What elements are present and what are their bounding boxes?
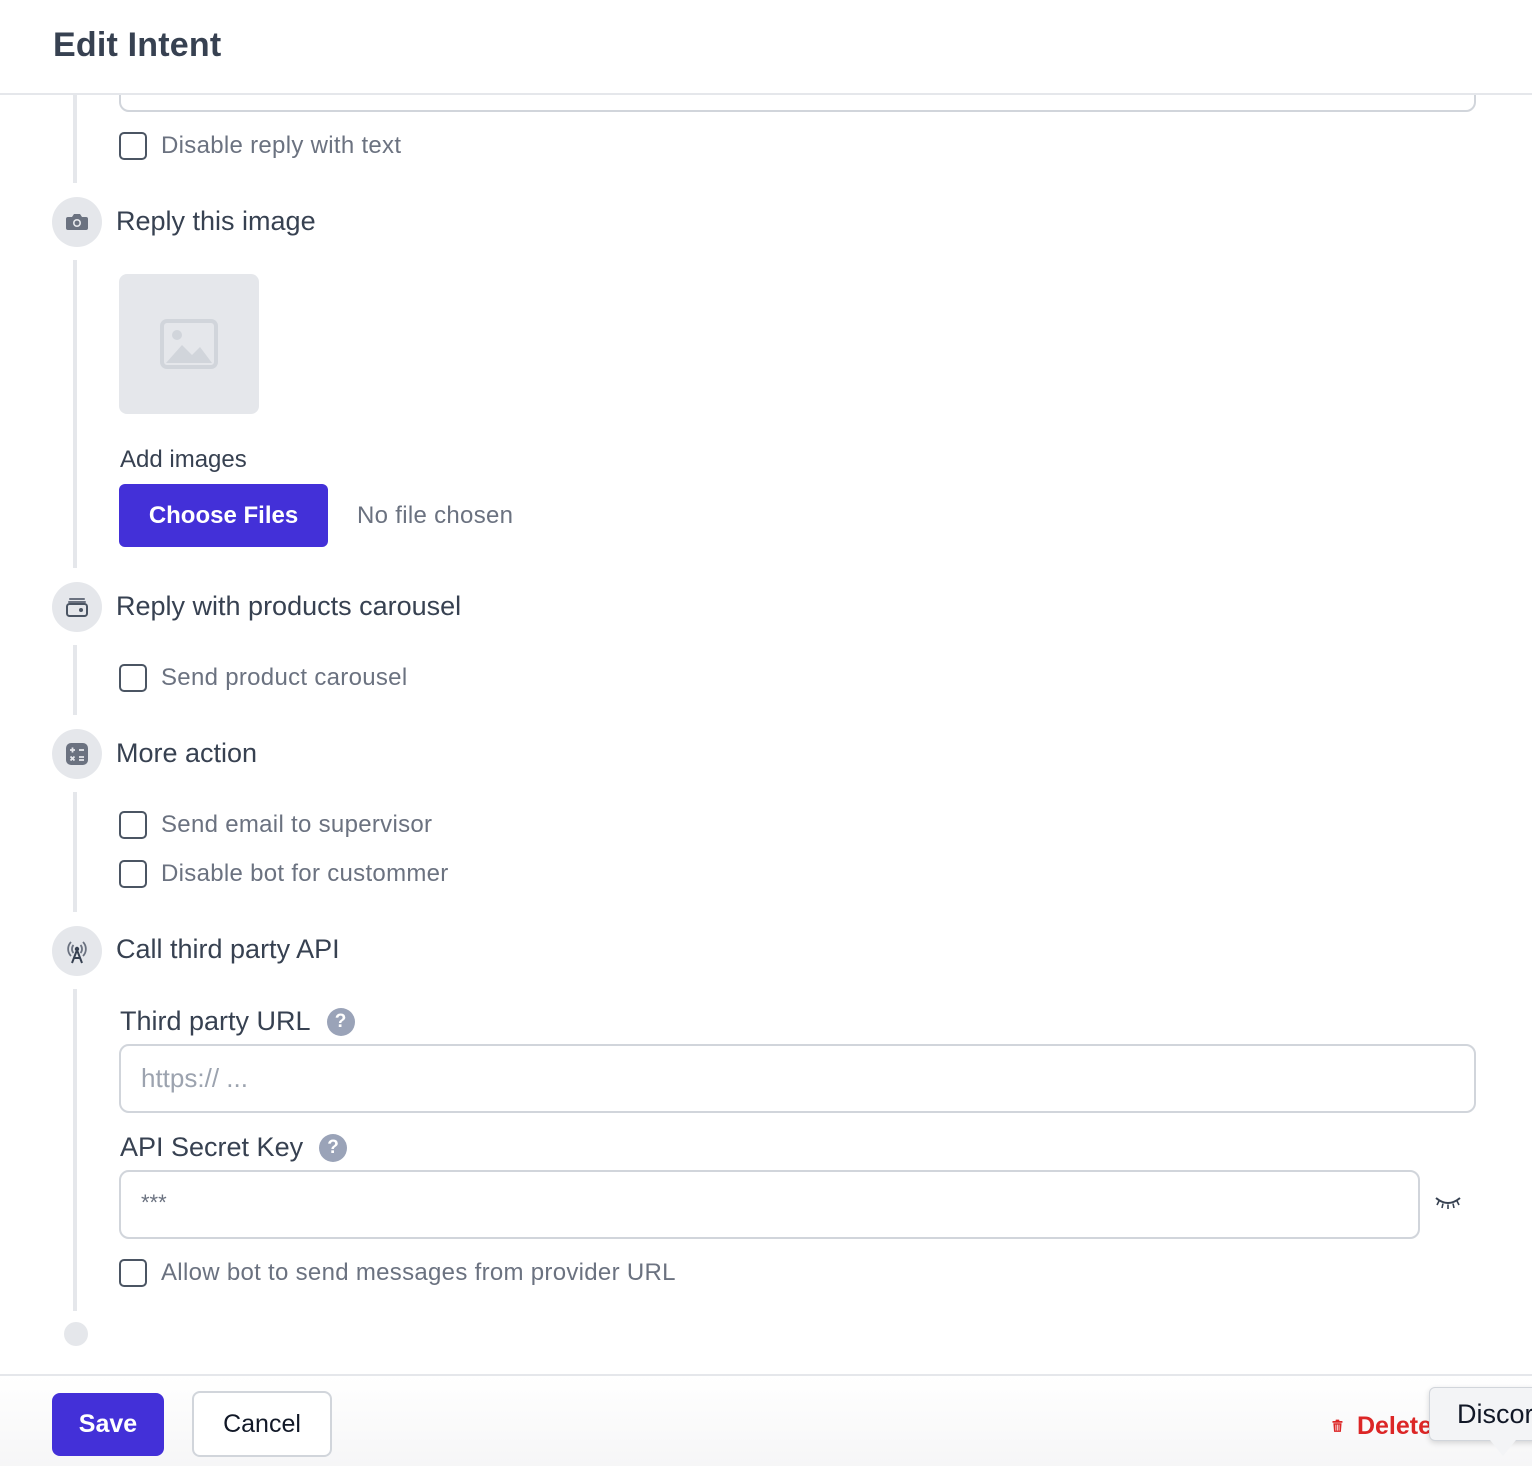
save-button[interactable]: Save (52, 1393, 164, 1456)
checkbox-label: Send email to supervisor (161, 811, 433, 838)
no-file-chosen-text: No file chosen (357, 502, 514, 529)
help-icon[interactable]: ? (319, 1133, 348, 1162)
checkbox-label: Allow bot to send messages from provider… (161, 1259, 676, 1286)
third-party-url-input[interactable]: https:// ... (119, 1044, 1476, 1113)
timeline-rail (73, 989, 77, 1311)
section-title-more-action: More action (116, 738, 258, 768)
timeline-rail (73, 645, 77, 715)
eye-closed-icon[interactable] (1433, 1192, 1463, 1217)
secret-placeholder: *** (141, 1190, 167, 1215)
image-placeholder (119, 274, 259, 414)
checkbox-label: Disable reply with text (161, 132, 402, 159)
api-secret-key-input[interactable]: *** (119, 1170, 1420, 1239)
url-placeholder: https:// ... (141, 1063, 248, 1093)
page-title: Edit Intent (53, 26, 222, 64)
timeline-rail (73, 260, 77, 568)
wallet-icon (52, 582, 102, 632)
help-icon[interactable]: ? (326, 1007, 355, 1036)
checkbox-label: Disable bot for custommer (161, 860, 449, 887)
choose-files-button[interactable]: Choose Files (119, 484, 328, 547)
checkbox-label: Send product carousel (161, 664, 408, 691)
send-email-checkbox-row[interactable]: Send email to supervisor (119, 810, 432, 840)
camera-icon (52, 197, 102, 247)
third-party-url-label: Third party URL ? (120, 1006, 355, 1037)
delete-button[interactable]: Delete (1332, 1409, 1432, 1443)
disable-bot-checkbox-row[interactable]: Disable bot for custommer (119, 859, 449, 889)
tooltip-text: Discord (1457, 1398, 1532, 1429)
add-images-label: Add images (120, 446, 247, 473)
tooltip-arrow (1490, 1440, 1516, 1456)
modal-header: Edit Intent (0, 0, 1532, 95)
timeline-rail (73, 792, 77, 912)
field-label-text: Third party URL (120, 1006, 311, 1036)
allow-bot-checkbox-row[interactable]: Allow bot to send messages from provider… (119, 1258, 676, 1288)
modal-footer: Save Cancel Delete Discord (0, 1374, 1532, 1466)
send-carousel-checkbox-row[interactable]: Send product carousel (119, 663, 407, 693)
tooltip: Discord (1429, 1387, 1532, 1441)
allow-bot-checkbox[interactable] (119, 1259, 147, 1287)
image-icon (160, 319, 218, 369)
section-title-image: Reply this image (116, 206, 316, 236)
timeline-rail (73, 95, 77, 183)
section-title-carousel: Reply with products carousel (116, 591, 462, 621)
broadcast-tower-icon (52, 926, 102, 976)
disable-reply-text-checkbox-row[interactable]: Disable reply with text (119, 131, 401, 161)
disable-reply-text-checkbox[interactable] (119, 132, 147, 160)
calculator-icon (52, 729, 102, 779)
trash-icon (1332, 1419, 1343, 1432)
disable-bot-checkbox[interactable] (119, 860, 147, 888)
field-label-text: API Secret Key (120, 1132, 304, 1162)
api-secret-key-label: API Secret Key ? (120, 1132, 348, 1163)
delete-label: Delete (1356, 1411, 1432, 1440)
cancel-button[interactable]: Cancel (192, 1391, 332, 1457)
send-email-checkbox[interactable] (119, 811, 147, 839)
timeline-end-dot (64, 1322, 88, 1346)
section-title-api: Call third party API (116, 934, 340, 964)
intent-form: Disable reply with text Reply this image… (0, 0, 1532, 1374)
send-carousel-checkbox[interactable] (119, 664, 147, 692)
